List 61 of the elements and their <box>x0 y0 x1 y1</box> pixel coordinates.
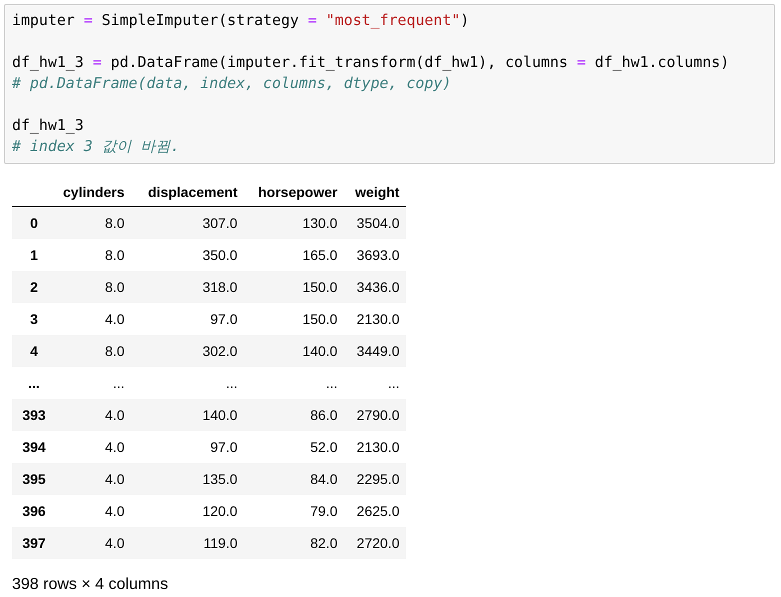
row-index: 3 <box>12 303 56 335</box>
code-line: df_hw1_3 = pd.DataFrame(imputer.fit_transform(df_hw1), columns = df_hw1.columns) <box>12 52 730 73</box>
table-cell: ... <box>56 367 132 399</box>
code-line: imputer = SimpleImputer(strategy = "most_frequent") <box>12 10 470 31</box>
row-index: 4 <box>12 335 56 367</box>
table-cell: 302.0 <box>131 335 244 367</box>
table-cell: 82.0 <box>244 527 344 559</box>
shape-summary: 398 rows × 4 columns <box>12 576 170 594</box>
table-cell: 86.0 <box>244 399 344 431</box>
table-cell: 4.0 <box>56 463 132 495</box>
table-cell: 3504.0 <box>344 206 406 239</box>
table-cell: 3693.0 <box>344 239 406 271</box>
table-cell: 2790.0 <box>344 399 406 431</box>
row-index: 397 <box>12 527 56 559</box>
row-index: 2 <box>12 271 56 303</box>
table-cell: 130.0 <box>244 206 344 239</box>
row-index: 396 <box>12 495 56 527</box>
table-cell: ... <box>131 367 244 399</box>
table-cell: 2295.0 <box>344 463 406 495</box>
code-comment: # pd.DataFrame(data, index, columns, dtype, copy) <box>12 73 452 94</box>
table-cell: 165.0 <box>244 239 344 271</box>
table-cell: 4.0 <box>56 399 132 431</box>
table-cell: 2130.0 <box>344 303 406 335</box>
table-cell: 119.0 <box>131 527 244 559</box>
table-cell: 79.0 <box>244 495 344 527</box>
table-cell: 140.0 <box>244 335 344 367</box>
table-cell: 120.0 <box>131 495 244 527</box>
table-cell: 97.0 <box>131 303 244 335</box>
row-index: 395 <box>12 463 56 495</box>
row-index: 0 <box>12 206 56 239</box>
table-cell: 8.0 <box>56 335 132 367</box>
table-cell: 52.0 <box>244 431 344 463</box>
table-cell: 3449.0 <box>344 335 406 367</box>
table-cell: 2130.0 <box>344 431 406 463</box>
row-index: 393 <box>12 399 56 431</box>
table-cell: 4.0 <box>56 431 132 463</box>
table-cell: 4.0 <box>56 495 132 527</box>
row-index: ... <box>12 367 56 399</box>
table-cell: 84.0 <box>244 463 344 495</box>
table-cell: ... <box>344 367 406 399</box>
table-cell: ... <box>244 367 344 399</box>
row-index: 394 <box>12 431 56 463</box>
table-cell: 97.0 <box>131 431 244 463</box>
table-cell: 8.0 <box>56 271 132 303</box>
table-cell: 135.0 <box>131 463 244 495</box>
table-cell: 2625.0 <box>344 495 406 527</box>
table-cell: 8.0 <box>56 239 132 271</box>
table-cell: 4.0 <box>56 303 132 335</box>
table-cell: 350.0 <box>131 239 244 271</box>
table-cell: 3436.0 <box>344 271 406 303</box>
table-cell: 140.0 <box>131 399 244 431</box>
row-index: 1 <box>12 239 56 271</box>
code-line: df_hw1_3 <box>12 115 84 136</box>
table-cell: 150.0 <box>244 271 344 303</box>
table-cell: 307.0 <box>131 206 244 239</box>
code-comment: # index 3 값이 바뀜. <box>12 136 180 157</box>
table-cell: 318.0 <box>131 271 244 303</box>
table-cell: 8.0 <box>56 206 132 239</box>
table-cell: 150.0 <box>244 303 344 335</box>
table-cell: 4.0 <box>56 527 132 559</box>
table-cell: 2720.0 <box>344 527 406 559</box>
